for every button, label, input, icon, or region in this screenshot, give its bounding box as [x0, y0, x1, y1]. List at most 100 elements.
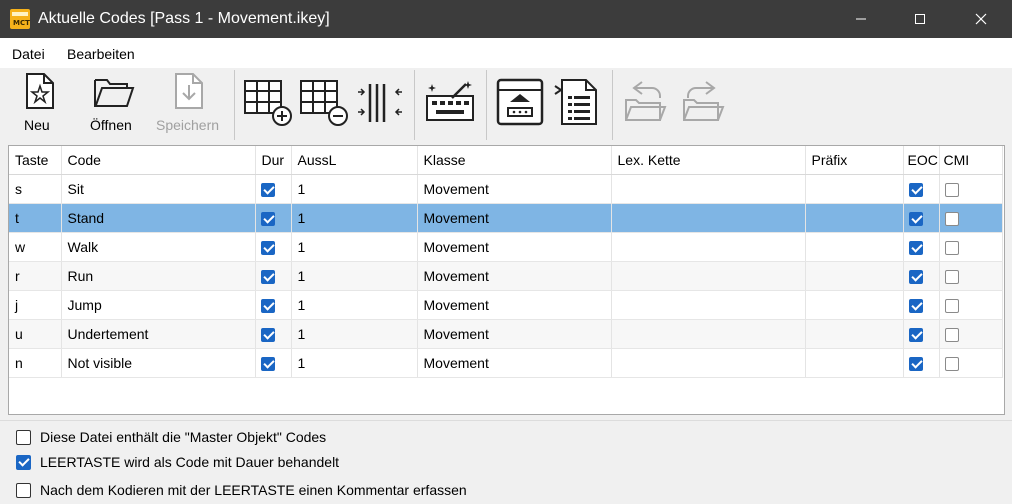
- cell-lex-kette[interactable]: [611, 348, 806, 378]
- cell-praefix[interactable]: [805, 290, 904, 320]
- menu-datei[interactable]: Datei: [12, 46, 45, 62]
- dur-checkbox[interactable]: [260, 356, 275, 371]
- columns-icon[interactable]: [356, 82, 404, 124]
- cell-aussl[interactable]: 1: [291, 203, 418, 233]
- table-row[interactable]: s Sit 1 Movement: [9, 174, 1003, 204]
- close-button[interactable]: [958, 0, 1004, 38]
- dur-checkbox[interactable]: [260, 298, 275, 313]
- cmi-checkbox[interactable]: [944, 327, 959, 342]
- eoc-checkbox[interactable]: [908, 356, 923, 371]
- cmi-checkbox[interactable]: [944, 356, 959, 371]
- dur-checkbox[interactable]: [260, 240, 275, 255]
- cell-aussl[interactable]: 1: [291, 290, 418, 320]
- menu-bearbeiten[interactable]: Bearbeiten: [67, 46, 135, 62]
- cell-taste[interactable]: u: [9, 319, 62, 349]
- leertaste-dauer-checkbox[interactable]: [16, 454, 31, 470]
- kommentar-checkbox[interactable]: [16, 482, 31, 498]
- eoc-checkbox[interactable]: [908, 240, 923, 255]
- cell-praefix[interactable]: [805, 174, 904, 204]
- cell-lex-kette[interactable]: [611, 261, 806, 291]
- undo-folder-icon[interactable]: [622, 78, 668, 126]
- cell-klasse[interactable]: Movement: [417, 203, 612, 233]
- cell-praefix[interactable]: [805, 203, 904, 233]
- cell-aussl[interactable]: 1: [291, 261, 418, 291]
- option-kommentar[interactable]: Nach dem Kodieren mit der LEERTASTE eine…: [16, 482, 467, 498]
- cmi-checkbox[interactable]: [944, 269, 959, 284]
- cell-praefix[interactable]: [805, 232, 904, 262]
- cell-aussl[interactable]: 1: [291, 232, 418, 262]
- redo-folder-icon[interactable]: [680, 78, 726, 126]
- column-header-dur[interactable]: Dur: [255, 146, 292, 175]
- column-header-cmi[interactable]: CMI: [939, 146, 1003, 175]
- dur-checkbox[interactable]: [260, 211, 275, 226]
- eoc-checkbox[interactable]: [908, 269, 923, 284]
- minimize-button[interactable]: [838, 0, 884, 38]
- column-header-code[interactable]: Code: [61, 146, 256, 175]
- table-row[interactable]: u Undertement 1 Movement: [9, 319, 1003, 349]
- cell-klasse[interactable]: Movement: [417, 319, 612, 349]
- cell-lex-kette[interactable]: [611, 319, 806, 349]
- cell-code[interactable]: Walk: [61, 232, 256, 262]
- table-row[interactable]: t Stand 1 Movement: [9, 203, 1003, 233]
- cell-aussl[interactable]: 1: [291, 174, 418, 204]
- cell-aussl[interactable]: 1: [291, 348, 418, 378]
- cmi-checkbox[interactable]: [944, 182, 959, 197]
- cell-code[interactable]: Not visible: [61, 348, 256, 378]
- cmi-checkbox[interactable]: [944, 211, 959, 226]
- codes-grid[interactable]: Taste Code Dur AussL Klasse Lex. Kette P…: [8, 145, 1005, 415]
- cell-code[interactable]: Undertement: [61, 319, 256, 349]
- dur-checkbox[interactable]: [260, 182, 275, 197]
- column-header-aussl[interactable]: AussL: [291, 146, 418, 175]
- cell-lex-kette[interactable]: [611, 232, 806, 262]
- cell-praefix[interactable]: [805, 261, 904, 291]
- cell-taste[interactable]: n: [9, 348, 62, 378]
- column-header-lex-kette[interactable]: Lex. Kette: [611, 146, 806, 175]
- eoc-checkbox[interactable]: [908, 298, 923, 313]
- cmi-checkbox[interactable]: [944, 298, 959, 313]
- export-icon[interactable]: [496, 78, 544, 126]
- table-row[interactable]: r Run 1 Movement: [9, 261, 1003, 291]
- cell-lex-kette[interactable]: [611, 174, 806, 204]
- remove-row-icon[interactable]: [300, 80, 350, 128]
- cell-lex-kette[interactable]: [611, 203, 806, 233]
- option-master-objekt[interactable]: Diese Datei enthält die "Master Objekt" …: [16, 429, 326, 445]
- new-button[interactable]: Neu: [8, 68, 70, 140]
- maximize-button[interactable]: [897, 0, 943, 38]
- dur-checkbox[interactable]: [260, 327, 275, 342]
- cell-klasse[interactable]: Movement: [417, 174, 612, 204]
- column-header-eoc[interactable]: EOC: [903, 146, 940, 175]
- cell-aussl[interactable]: 1: [291, 319, 418, 349]
- cell-code[interactable]: Jump: [61, 290, 256, 320]
- save-button[interactable]: Speichern: [152, 68, 228, 140]
- option-leertaste-dauer[interactable]: LEERTASTE wird als Code mit Dauer behand…: [16, 454, 339, 470]
- cell-code[interactable]: Stand: [61, 203, 256, 233]
- document-list-icon[interactable]: [554, 78, 600, 126]
- table-row[interactable]: w Walk 1 Movement: [9, 232, 1003, 262]
- eoc-checkbox[interactable]: [908, 182, 923, 197]
- cell-taste[interactable]: w: [9, 232, 62, 262]
- column-header-taste[interactable]: Taste: [9, 146, 62, 175]
- cell-klasse[interactable]: Movement: [417, 290, 612, 320]
- cell-taste[interactable]: t: [9, 203, 62, 233]
- cell-praefix[interactable]: [805, 319, 904, 349]
- cell-taste[interactable]: j: [9, 290, 62, 320]
- wizard-icon[interactable]: [424, 80, 476, 124]
- eoc-checkbox[interactable]: [908, 211, 923, 226]
- cell-klasse[interactable]: Movement: [417, 348, 612, 378]
- column-header-klasse[interactable]: Klasse: [417, 146, 612, 175]
- column-header-praefix[interactable]: Präfix: [805, 146, 904, 175]
- table-row[interactable]: n Not visible 1 Movement: [9, 348, 1003, 378]
- cell-taste[interactable]: s: [9, 174, 62, 204]
- cell-klasse[interactable]: Movement: [417, 261, 612, 291]
- eoc-checkbox[interactable]: [908, 327, 923, 342]
- cell-klasse[interactable]: Movement: [417, 232, 612, 262]
- open-button[interactable]: Öffnen: [82, 68, 146, 140]
- table-row[interactable]: j Jump 1 Movement: [9, 290, 1003, 320]
- add-row-icon[interactable]: [244, 80, 294, 128]
- dur-checkbox[interactable]: [260, 269, 275, 284]
- cell-code[interactable]: Sit: [61, 174, 256, 204]
- cmi-checkbox[interactable]: [944, 240, 959, 255]
- cell-code[interactable]: Run: [61, 261, 256, 291]
- cell-taste[interactable]: r: [9, 261, 62, 291]
- master-objekt-checkbox[interactable]: [16, 429, 31, 445]
